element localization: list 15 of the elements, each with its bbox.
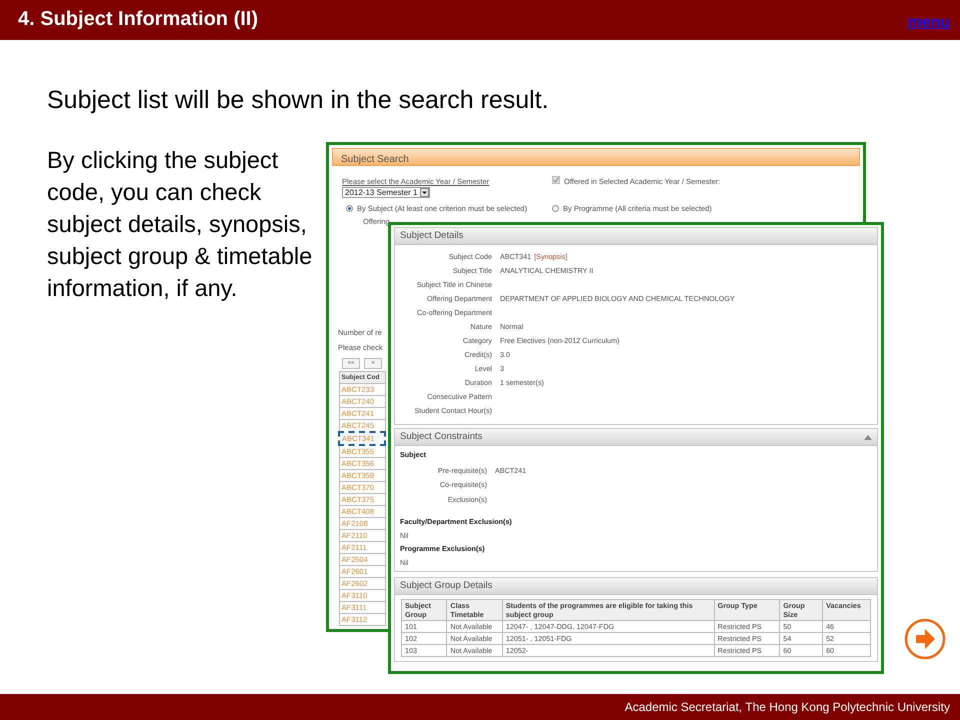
collapse-icon[interactable] — [864, 434, 872, 440]
footer-text: Academic Secretariat, The Hong Kong Polytechnic University — [0, 694, 960, 720]
semester-select[interactable]: 2012-13 Semester 1 — [342, 187, 430, 198]
panel-title: Subject Details — [400, 228, 464, 243]
slide-title: 4. Subject Information (II) — [18, 7, 258, 32]
dropdown-icon — [420, 188, 428, 198]
radio-button[interactable] — [346, 204, 353, 212]
menu-link[interactable]: menu — [907, 14, 950, 32]
radio-button[interactable] — [552, 204, 559, 212]
panel-title: Subject Group Details — [400, 579, 492, 594]
panel-header: Subject Search — [332, 148, 860, 166]
slide-heading: Subject list will be shown in the search result. — [47, 85, 550, 115]
description-text: By clicking the subject code, you can check subject details, synopsis, subject group & timetable information, if any. — [47, 146, 314, 303]
next-button[interactable] — [904, 618, 946, 660]
panel-title: Subject Constraints — [400, 430, 482, 444]
